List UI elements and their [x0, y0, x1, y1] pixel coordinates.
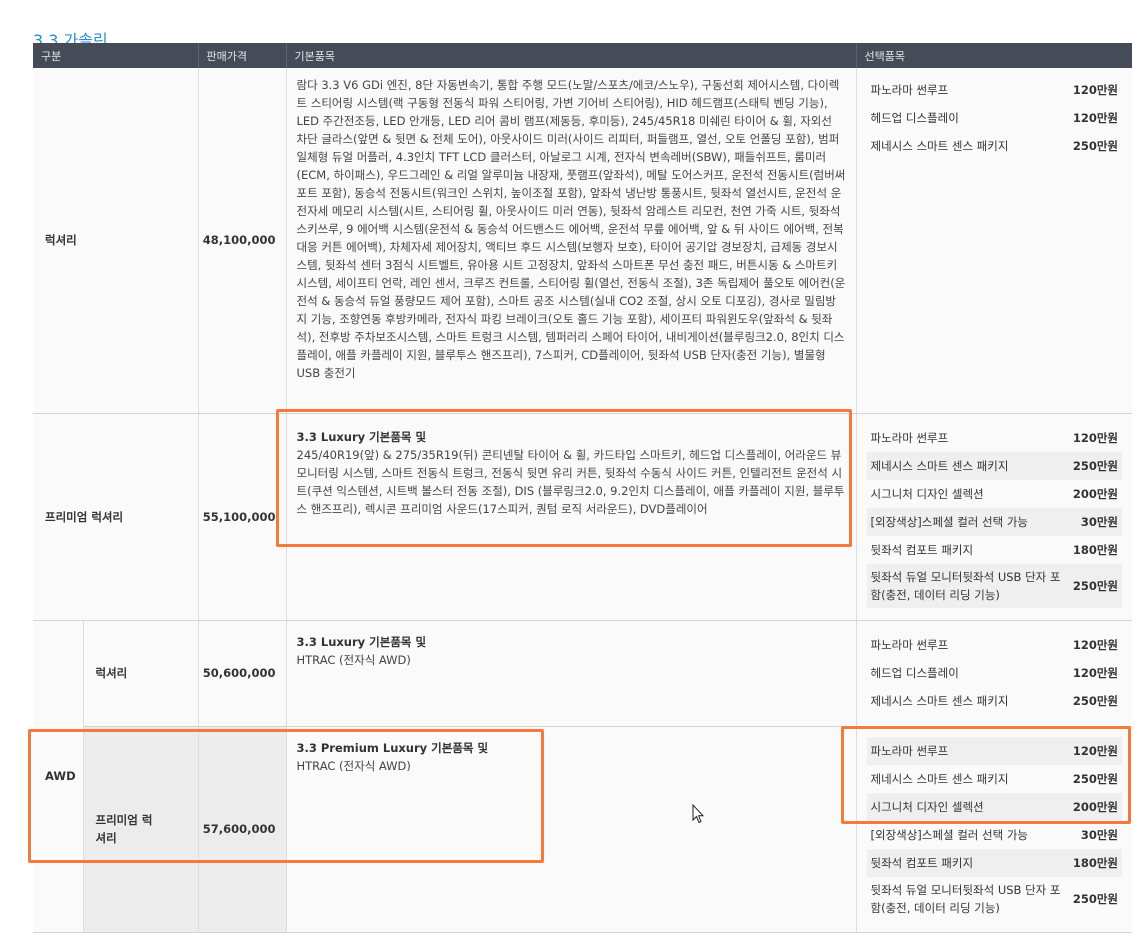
basic-items-cell: 람다 3.3 V6 GDi 엔진, 8단 자동변속기, 통합 주행 모드(노말/… — [286, 68, 857, 414]
price-cell: 50,600,000 — [198, 620, 287, 727]
header-category: 구분 — [33, 43, 199, 68]
price-cell: 55,100,000 — [198, 413, 287, 621]
option-name: 제네시스 스마트 센스 패키지 — [870, 693, 1009, 708]
option-name: [외장색상]스페셜 컬러 선택 가능 — [870, 827, 1028, 842]
option-item: 헤드업 디스플레이 120만원 — [867, 659, 1123, 687]
option-price: 180만원 — [1072, 855, 1118, 870]
price-cell: 57,600,000 — [198, 726, 287, 933]
option-item: 제네시스 스마트 센스 패키지 250만원 — [867, 687, 1123, 715]
table-row: 프리미엄 럭셔리 57,600,000 3.3 Premium Luxury 기… — [33, 726, 1132, 933]
price-cell: 48,100,000 — [198, 68, 287, 414]
option-name: 뒷좌석 컴포트 패키지 — [870, 855, 974, 870]
grade-cell: 럭셔리 — [33, 68, 199, 414]
option-item: 시그니처 디자인 셀렉션 200만원 — [867, 480, 1123, 508]
option-name: 파노라마 썬루프 — [870, 83, 949, 97]
grade-cell: 프리미엄 럭셔리 — [83, 726, 199, 933]
option-item: [외장색상]스페셜 컬러 선택 가능 30만원 — [867, 821, 1123, 849]
spec-table: 구분 판매가격 기본품목 선택품목 럭셔리 48,100,000 람다 3.3 … — [33, 43, 1132, 933]
option-item: 제네시스 스마트 센스 패키지 250만원 — [866, 451, 1122, 480]
option-name: 뒷좌석 듀얼 모니터뒷좌석 USB 단자 포함(충전, 데이터 리딩 기능) — [870, 882, 1061, 915]
table-row: 럭셔리 48,100,000 람다 3.3 V6 GDi 엔진, 8단 자동변속… — [33, 68, 1132, 414]
option-name: 시그니처 디자인 셀렉션 — [870, 486, 984, 501]
option-name: 제네시스 스마트 센스 패키지 — [870, 458, 1009, 473]
option-item: 파노라마 썬루프 120만원 — [867, 631, 1123, 659]
option-price: 250만원 — [1072, 891, 1118, 906]
basic-items-cell: 3.3 Luxury 기본품목 및 245/40R19(앞) & 275/35R… — [286, 413, 857, 621]
grade-cell: 럭셔리 — [83, 620, 199, 727]
option-price: 30만원 — [1080, 514, 1118, 529]
grade-cell: 프리미엄 럭셔리 — [33, 413, 199, 621]
option-item: 파노라마 썬루프 120만원 — [867, 424, 1123, 452]
header-basic: 기본품목 — [286, 43, 857, 68]
option-price: 120만원 — [1072, 111, 1118, 125]
basic-items-text: 245/40R19(앞) & 275/35R19(뒤) 콘티넨탈 타이어 & 휠… — [296, 447, 845, 516]
option-name: 헤드업 디스플레이 — [870, 665, 959, 680]
option-price: 250만원 — [1072, 771, 1118, 786]
basic-items-text: 람다 3.3 V6 GDi 엔진, 8단 자동변속기, 통합 주행 모드(노말/… — [296, 78, 846, 380]
option-price: 120만원 — [1072, 83, 1118, 97]
option-name: 파노라마 썬루프 — [870, 430, 949, 445]
header-options: 선택품목 — [856, 43, 1132, 68]
option-price: 250만원 — [1072, 578, 1118, 593]
option-name: [외장색상]스페셜 컬러 선택 가능 — [870, 514, 1028, 529]
option-item: 파노라마 썬루프 120만원 — [867, 76, 1123, 104]
table-header-row: 구분 판매가격 기본품목 선택품목 — [33, 43, 1132, 68]
option-item: 제네시스 스마트 센스 패키지 250만원 — [867, 765, 1123, 793]
option-item: 뒷좌석 컴포트 패키지 180만원 — [867, 536, 1123, 564]
option-name: 제네시스 스마트 센스 패키지 — [870, 771, 1009, 786]
mouse-pointer-icon — [692, 804, 704, 824]
basic-items-title: 3.3 Premium Luxury 기본품목 및 — [296, 740, 489, 755]
option-price: 250만원 — [1072, 458, 1118, 473]
options-cell: 파노라마 썬루프 120만원 헤드업 디스플레이 120만원 제네시스 스마트 센스… — [856, 620, 1132, 727]
option-name: 제네시스 스마트 센스 패키지 — [870, 139, 1009, 153]
option-item: 뒷좌석 듀얼 모니터뒷좌석 USB 단자 포함(충전, 데이터 리딩 기능) 25… — [867, 877, 1123, 921]
option-name: 헤드업 디스플레이 — [870, 111, 959, 125]
option-item: [외장색상]스페셜 컬러 선택 가능 30만원 — [866, 507, 1122, 536]
table-row: 프리미엄 럭셔리 55,100,000 3.3 Luxury 기본품목 및 24… — [33, 413, 1132, 621]
option-name: 시그니처 디자인 셀렉션 — [870, 799, 984, 814]
option-name: 파노라마 썬루프 — [870, 637, 949, 652]
options-cell: 파노라마 썬루프 120만원 제네시스 스마트 센스 패키지 250만원 시그니처 … — [856, 726, 1132, 933]
options-cell: 파노라마 썬루프 120만원 제네시스 스마트 센스 패키지 250만원 시그니처 … — [856, 413, 1132, 621]
header-price: 판매가격 — [198, 43, 287, 68]
option-price: 250만원 — [1072, 139, 1118, 153]
option-item: 제네시스 스마트 센스 패키지 250만원 — [867, 132, 1123, 160]
option-price: 250만원 — [1072, 693, 1118, 708]
option-item: 뒷좌석 컴포트 패키지 180만원 — [866, 848, 1122, 877]
option-item: 시그니처 디자인 셀렉션 200만원 — [866, 792, 1122, 821]
option-price: 30만원 — [1080, 827, 1118, 842]
group-cell-awd: AWD — [33, 620, 84, 933]
basic-items-text: HTRAC (전자식 AWD) — [296, 758, 411, 773]
options-cell: 파노라마 썬루프 120만원 헤드업 디스플레이 120만원 제네시스 스마트 센스… — [856, 68, 1132, 414]
option-price: 120만원 — [1072, 743, 1118, 758]
option-name: 뒷좌석 컴포트 패키지 — [870, 542, 974, 557]
option-item: 파노라마 썬루프 120만원 — [866, 736, 1122, 765]
option-item: 뒷좌석 듀얼 모니터뒷좌석 USB 단자 포함(충전, 데이터 리딩 기능) 25… — [866, 563, 1122, 608]
option-name: 뒷좌석 듀얼 모니터뒷좌석 USB 단자 포함(충전, 데이터 리딩 기능) — [870, 569, 1061, 602]
option-price: 200만원 — [1072, 486, 1118, 501]
basic-items-title: 3.3 Luxury 기본품목 및 — [296, 429, 427, 444]
basic-items-text: HTRAC (전자식 AWD) — [296, 652, 411, 667]
option-price: 120만원 — [1072, 665, 1118, 680]
option-price: 120만원 — [1072, 430, 1118, 445]
basic-items-cell: 3.3 Luxury 기본품목 및 HTRAC (전자식 AWD) — [286, 620, 857, 727]
option-price: 200만원 — [1072, 799, 1118, 814]
option-item: 헤드업 디스플레이 120만원 — [867, 104, 1123, 132]
table-row: AWD 럭셔리 50,600,000 3.3 Luxury 기본품목 및 HTR… — [33, 620, 1132, 933]
basic-items-cell: 3.3 Premium Luxury 기본품목 및 HTRAC (전자식 AWD… — [286, 726, 857, 933]
option-name: 파노라마 썬루프 — [870, 743, 949, 758]
option-price: 120만원 — [1072, 637, 1118, 652]
option-price: 180만원 — [1072, 542, 1118, 557]
basic-items-title: 3.3 Luxury 기본품목 및 — [296, 634, 427, 649]
